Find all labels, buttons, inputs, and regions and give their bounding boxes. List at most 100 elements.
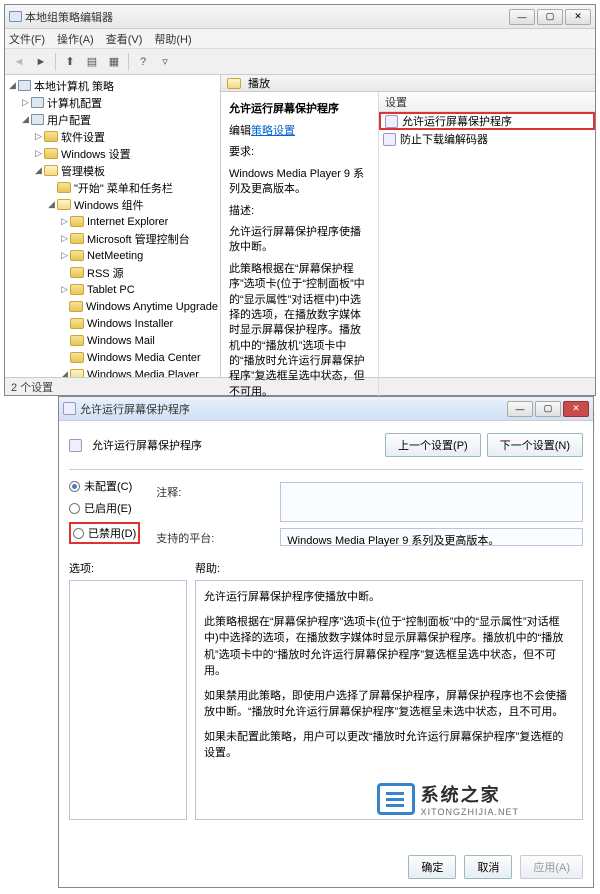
- detail-pane: 允许运行屏幕保护程序 编辑策略设置 要求: Windows Media Play…: [221, 92, 379, 414]
- tree-rss[interactable]: RSS 源: [7, 264, 218, 281]
- tree-computer-config[interactable]: ▷计算机配置: [7, 94, 218, 111]
- help-button[interactable]: ?: [133, 52, 153, 72]
- folder-icon: [70, 284, 84, 295]
- filter-button[interactable]: ▿: [155, 52, 175, 72]
- folder-icon: [44, 165, 58, 176]
- help-p4: 如果未配置此策略，用户可以更改“播放时允许运行屏幕保护程序”复选框的设置。: [204, 729, 574, 762]
- maximize-button[interactable]: ▢: [537, 9, 563, 25]
- menu-help[interactable]: 帮助(H): [154, 31, 191, 47]
- folder-icon: [44, 148, 58, 159]
- forward-button[interactable]: ►: [31, 52, 51, 72]
- apply-button[interactable]: 应用(A): [520, 855, 583, 879]
- folder-icon: [69, 301, 83, 312]
- options-box: [69, 580, 187, 820]
- folder-icon: [70, 369, 84, 377]
- menu-file[interactable]: 文件(F): [9, 31, 45, 47]
- edit-label: 编辑: [229, 125, 251, 137]
- cancel-button[interactable]: 取消: [464, 855, 512, 879]
- detail-title: 允许运行屏幕保护程序: [229, 100, 370, 116]
- tree-user-config[interactable]: ◢用户配置: [7, 111, 218, 128]
- options-label: 选项:: [69, 560, 187, 576]
- folder-icon: [57, 199, 71, 210]
- platform-label: 支持的平台:: [156, 528, 272, 546]
- next-setting-button[interactable]: 下一个设置(N): [487, 433, 583, 457]
- help-p1: 允许运行屏幕保护程序使播放中断。: [204, 589, 574, 606]
- show-hide-tree-button[interactable]: ▤: [82, 52, 102, 72]
- minimize-button[interactable]: —: [509, 9, 535, 25]
- list-header[interactable]: 设置: [379, 92, 595, 112]
- dialog-top-row: 允许运行屏幕保护程序 上一个设置(P) 下一个设置(N): [69, 429, 583, 467]
- right-pane: 播放 允许运行屏幕保护程序 编辑策略设置 要求: Windows Media P…: [221, 75, 595, 377]
- main-body: ◢本地计算机 策略 ▷计算机配置 ◢用户配置 ▷软件设置 ▷Windows 设置…: [5, 75, 595, 377]
- dialog-close-button[interactable]: ✕: [563, 401, 589, 417]
- dialog-heading: 允许运行屏幕保护程序: [92, 437, 379, 453]
- policy-dialog: 允许运行屏幕保护程序 — ▢ ✕ 允许运行屏幕保护程序 上一个设置(P) 下一个…: [58, 396, 594, 888]
- tree-anytime[interactable]: Windows Anytime Upgrade: [7, 298, 218, 315]
- folder-icon: [70, 335, 84, 346]
- up-button[interactable]: ⬆: [60, 52, 80, 72]
- folder-icon: [70, 250, 84, 261]
- tree-media-center[interactable]: Windows Media Center: [7, 349, 218, 366]
- folder-icon: [44, 131, 58, 142]
- watermark-icon: [377, 783, 415, 815]
- radio-disabled[interactable]: 已禁用(D): [69, 522, 140, 544]
- comment-field[interactable]: [280, 482, 583, 522]
- separator: [55, 53, 56, 71]
- watermark: 系统之家 XITONGZHIJIA.NET: [377, 781, 519, 817]
- tree-admin-templates[interactable]: ◢管理模板: [7, 162, 218, 179]
- ok-button[interactable]: 确定: [408, 855, 456, 879]
- tree-mail[interactable]: Windows Mail: [7, 332, 218, 349]
- state-radios: 未配置(C) 已启用(E) 已禁用(D): [69, 478, 140, 546]
- menu-action[interactable]: 操作(A): [57, 31, 94, 47]
- tree-root[interactable]: ◢本地计算机 策略: [7, 77, 218, 94]
- tree-mmc[interactable]: ▷Microsoft 管理控制台: [7, 230, 218, 247]
- radio-not-configured[interactable]: 未配置(C): [69, 478, 140, 494]
- edit-policy-link[interactable]: 策略设置: [251, 125, 295, 137]
- separator: [69, 469, 583, 470]
- prev-setting-button[interactable]: 上一个设置(P): [385, 433, 481, 457]
- folder-icon: [227, 78, 241, 89]
- tree-start-taskbar[interactable]: "开始" 菜单和任务栏: [7, 179, 218, 196]
- dialog-minimize-button[interactable]: —: [507, 401, 533, 417]
- tree-netmeeting[interactable]: ▷NetMeeting: [7, 247, 218, 264]
- tree-wmp[interactable]: ◢Windows Media Player: [7, 366, 218, 377]
- menu-view[interactable]: 查看(V): [106, 31, 143, 47]
- tree-windows-components[interactable]: ◢Windows 组件: [7, 196, 218, 213]
- help-p2: 此策略根据在“屏幕保护程序”选项卡(位于“控制面板”中的“显示属性”对话框中)中…: [204, 614, 574, 680]
- user-icon: [31, 114, 44, 125]
- folder-icon: [70, 216, 84, 227]
- right-header-title: 播放: [248, 75, 270, 91]
- watermark-en: XITONGZHIJIA.NET: [421, 807, 519, 817]
- properties-button[interactable]: ▦: [104, 52, 124, 72]
- dialog-maximize-button[interactable]: ▢: [535, 401, 561, 417]
- dialog-footer: 确定 取消 应用(A): [69, 847, 583, 879]
- req-text: Windows Media Player 9 系列及更高版本。: [229, 167, 370, 198]
- toolbar: ◄ ► ⬆ ▤ ▦ ? ▿: [5, 49, 595, 75]
- settings-list: 设置 允许运行屏幕保护程序 防止下载编解码器: [379, 92, 595, 414]
- separator: [128, 53, 129, 71]
- back-button[interactable]: ◄: [9, 52, 29, 72]
- tree-ie[interactable]: ▷Internet Explorer: [7, 213, 218, 230]
- computer-icon: [18, 80, 31, 91]
- desc-long: 此策略根据在“屏幕保护程序”选项卡(位于“控制面板”中的“显示属性”对话框中)中…: [229, 262, 370, 401]
- list-item-allow-screensaver[interactable]: 允许运行屏幕保护程序: [379, 112, 595, 130]
- list-item-prevent-codec[interactable]: 防止下载编解码器: [379, 130, 595, 148]
- right-header: 播放: [221, 75, 595, 92]
- tree-pane[interactable]: ◢本地计算机 策略 ▷计算机配置 ◢用户配置 ▷软件设置 ▷Windows 设置…: [5, 75, 221, 377]
- tree-tablet[interactable]: ▷Tablet PC: [7, 281, 218, 298]
- policy-icon: [385, 115, 398, 128]
- help-label: 帮助:: [195, 560, 583, 576]
- policy-icon: [383, 133, 396, 146]
- titlebar[interactable]: 本地组策略编辑器 — ▢ ✕: [5, 5, 595, 29]
- gpedit-window: 本地组策略编辑器 — ▢ ✕ 文件(F) 操作(A) 查看(V) 帮助(H) ◄…: [4, 4, 596, 396]
- tree-installer[interactable]: Windows Installer: [7, 315, 218, 332]
- radio-enabled[interactable]: 已启用(E): [69, 500, 140, 516]
- radio-icon: [73, 528, 84, 539]
- dialog-titlebar[interactable]: 允许运行屏幕保护程序 — ▢ ✕: [59, 397, 593, 421]
- radio-icon: [69, 481, 80, 492]
- folder-icon: [70, 233, 84, 244]
- watermark-cn: 系统之家: [421, 781, 519, 807]
- tree-windows-settings[interactable]: ▷Windows 设置: [7, 145, 218, 162]
- tree-software-settings[interactable]: ▷软件设置: [7, 128, 218, 145]
- close-button[interactable]: ✕: [565, 9, 591, 25]
